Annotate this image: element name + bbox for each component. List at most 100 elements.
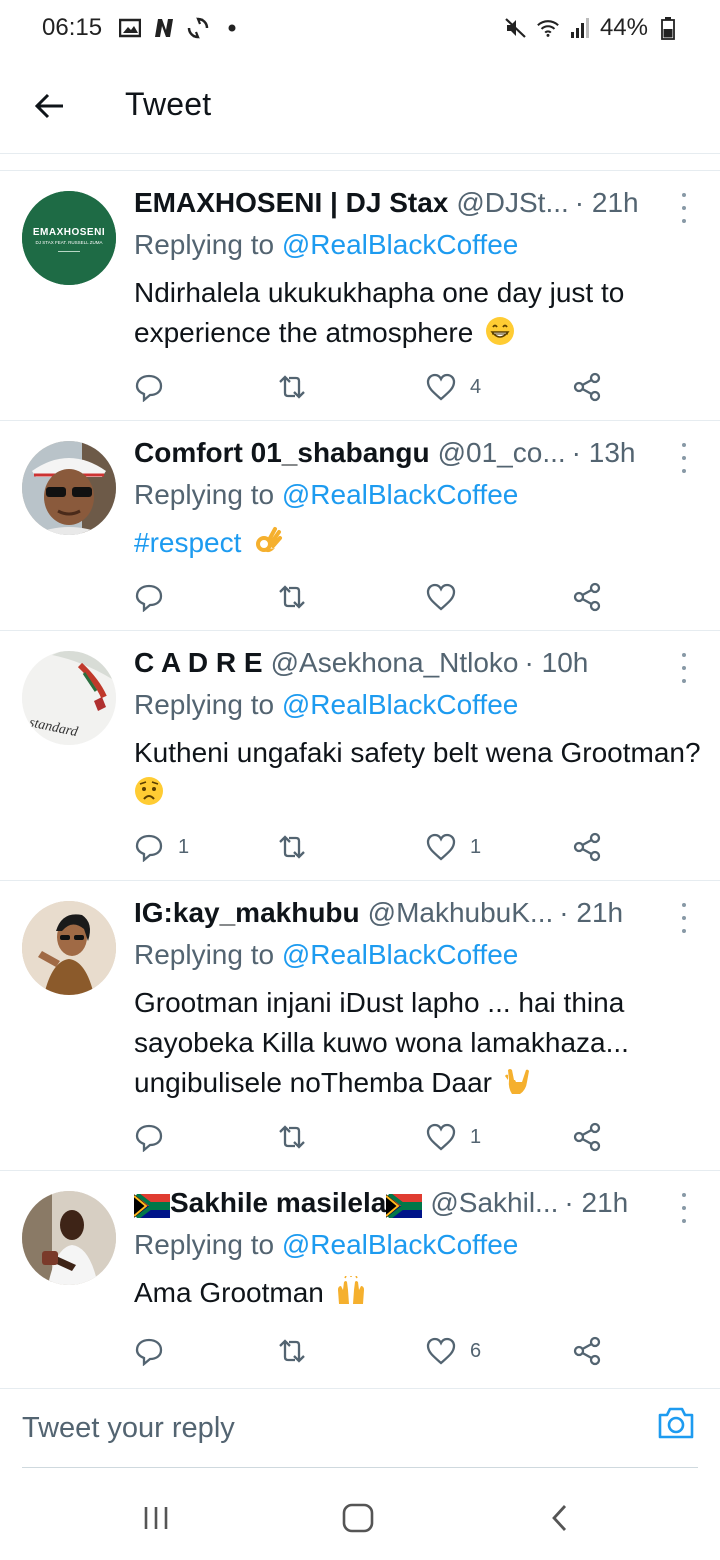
- like-button[interactable]: [426, 583, 470, 611]
- tweet-item[interactable]: Comfort 01_shabangu @01_co... · 13h Repl…: [0, 420, 720, 630]
- author-name[interactable]: IG:kay_makhubu: [134, 897, 360, 929]
- tweet-time: · 10h: [524, 647, 589, 678]
- reply-icon: [135, 834, 163, 862]
- tweet-text-body: Ndirhalela ukukukhapha one day just to e…: [134, 277, 625, 348]
- replying-prefix: Replying to: [134, 689, 282, 720]
- like-count: 6: [470, 1339, 482, 1362]
- author-handle[interactable]: @Sakhil...: [430, 1187, 558, 1219]
- retweet-button[interactable]: [276, 1336, 322, 1366]
- reply-input[interactable]: [22, 1407, 622, 1449]
- share-button[interactable]: [572, 582, 602, 612]
- author-handle[interactable]: @MakhubuK...: [368, 897, 554, 929]
- retweet-button[interactable]: [276, 832, 322, 862]
- more-options-button[interactable]: [674, 1193, 694, 1223]
- like-button[interactable]: 1: [426, 833, 481, 861]
- more-options-button[interactable]: [674, 903, 694, 933]
- more-options-button[interactable]: [674, 193, 694, 223]
- camera-button[interactable]: [656, 1403, 696, 1443]
- worried-face-emoji-icon: [135, 777, 163, 805]
- tweet-text-body: Grootman injani iDust lapho ... hai thin…: [134, 987, 629, 1098]
- love-you-gesture-emoji-icon: [504, 1069, 529, 1094]
- tweet-item[interactable]: IG:kay_makhubu @MakhubuK... · 21h Replyi…: [0, 880, 720, 1170]
- author-name[interactable]: EMAXHOSENI | DJ Stax: [134, 187, 448, 219]
- tweet-text: Grootman injani iDust lapho ... hai thin…: [134, 983, 704, 1103]
- reply-button[interactable]: [134, 1336, 178, 1366]
- tweet-item[interactable]: standard C A D R E @Asekhona_Ntloko · 10…: [0, 630, 720, 880]
- tweet-text: Ndirhalela ukukukhapha one day just to e…: [134, 273, 704, 353]
- share-button[interactable]: [572, 1336, 602, 1366]
- avatar-logo-text: EMAXHOSENI: [33, 227, 105, 238]
- back-button[interactable]: [30, 86, 70, 126]
- replying-to-link[interactable]: @RealBlackCoffee: [282, 689, 518, 720]
- author-handle[interactable]: @Asekhona_Ntloko: [271, 647, 519, 679]
- like-button[interactable]: 6: [426, 1337, 481, 1365]
- author-name[interactable]: Sakhile masilela: [170, 1187, 386, 1219]
- avatar[interactable]: [22, 441, 116, 535]
- reply-button[interactable]: 1: [134, 832, 189, 862]
- author-handle[interactable]: @DJSt...: [456, 187, 568, 219]
- tweet-actions: 6: [134, 1331, 614, 1371]
- avatar[interactable]: EMAXHOSENI DJ STAX FEAT. RUSSELL ZUMA: [22, 191, 116, 285]
- replying-to-line: Replying to @RealBlackCoffee: [134, 939, 518, 971]
- retweet-icon: [279, 1339, 305, 1363]
- reply-button[interactable]: [134, 1122, 178, 1152]
- signal-icon: [568, 16, 592, 40]
- reply-count: 1: [178, 835, 190, 858]
- grinning-face-emoji-icon: [486, 317, 515, 345]
- share-button[interactable]: [572, 372, 602, 402]
- avatar[interactable]: [22, 1191, 116, 1285]
- replying-to-line: Replying to @RealBlackCoffee: [134, 229, 518, 261]
- share-icon: [573, 372, 601, 402]
- author-name[interactable]: Comfort 01_shabangu: [134, 437, 430, 469]
- tweet-actions: 1 1: [134, 827, 614, 867]
- more-options-button[interactable]: [674, 653, 694, 683]
- south-africa-flag-icon: [134, 1194, 170, 1218]
- share-button[interactable]: [572, 832, 602, 862]
- home-button[interactable]: [338, 1498, 378, 1538]
- tweet-header: Sakhile masilela @Sakhil... · 21h: [134, 1187, 664, 1225]
- replying-to-link[interactable]: @RealBlackCoffee: [282, 229, 518, 260]
- avatar[interactable]: [22, 901, 116, 995]
- share-icon: [573, 1122, 601, 1152]
- replying-prefix: Replying to: [134, 229, 282, 260]
- retweet-button[interactable]: [276, 372, 322, 402]
- replying-to-line: Replying to @RealBlackCoffee: [134, 689, 518, 721]
- retweet-button[interactable]: [276, 582, 322, 612]
- replying-to-link[interactable]: @RealBlackCoffee: [282, 939, 518, 970]
- author-name[interactable]: C A D R E: [134, 647, 263, 679]
- nav-back-button[interactable]: [540, 1498, 580, 1538]
- battery-percent: 44%: [599, 14, 648, 41]
- raising-hands-emoji-icon: [337, 1276, 364, 1304]
- recent-apps-icon: [144, 1507, 168, 1529]
- author-handle[interactable]: @01_co...: [438, 437, 566, 469]
- recent-apps-button[interactable]: [136, 1498, 176, 1538]
- share-button[interactable]: [572, 1122, 602, 1152]
- tweet-actions: [134, 577, 614, 617]
- like-button[interactable]: 4: [426, 373, 481, 401]
- like-button[interactable]: 1: [426, 1123, 481, 1151]
- back-icon: [552, 1505, 567, 1531]
- hashtag-link[interactable]: #respect: [134, 527, 241, 558]
- tweet-text-body: Ama Grootman: [134, 1277, 324, 1308]
- heart-icon: [426, 373, 456, 401]
- arrow-left-icon: [35, 93, 63, 119]
- reply-button[interactable]: [134, 372, 178, 402]
- south-africa-flag-icon: [386, 1194, 423, 1218]
- sync-icon: [186, 16, 210, 40]
- home-icon: [342, 1503, 374, 1533]
- tweet-actions: 1: [134, 1117, 614, 1157]
- tweet-header: Comfort 01_shabangu @01_co... · 13h: [134, 437, 664, 475]
- avatar[interactable]: standard: [22, 651, 116, 745]
- reply-button[interactable]: [134, 582, 178, 612]
- tweet-actions: 4: [134, 367, 614, 407]
- tweet-item[interactable]: Sakhile masilela @Sakhil... · 21h Replyi…: [0, 1170, 720, 1388]
- tweet-time: · 21h: [574, 187, 639, 218]
- retweet-icon: [279, 1125, 305, 1149]
- replying-to-link[interactable]: @RealBlackCoffee: [282, 479, 518, 510]
- retweet-button[interactable]: [276, 1122, 322, 1152]
- more-options-button[interactable]: [674, 443, 694, 473]
- replying-to-link[interactable]: @RealBlackCoffee: [282, 1229, 518, 1260]
- retweet-icon: [279, 585, 305, 609]
- like-count: 4: [470, 375, 482, 398]
- tweet-item[interactable]: EMAXHOSENI DJ STAX FEAT. RUSSELL ZUMA EM…: [0, 170, 720, 420]
